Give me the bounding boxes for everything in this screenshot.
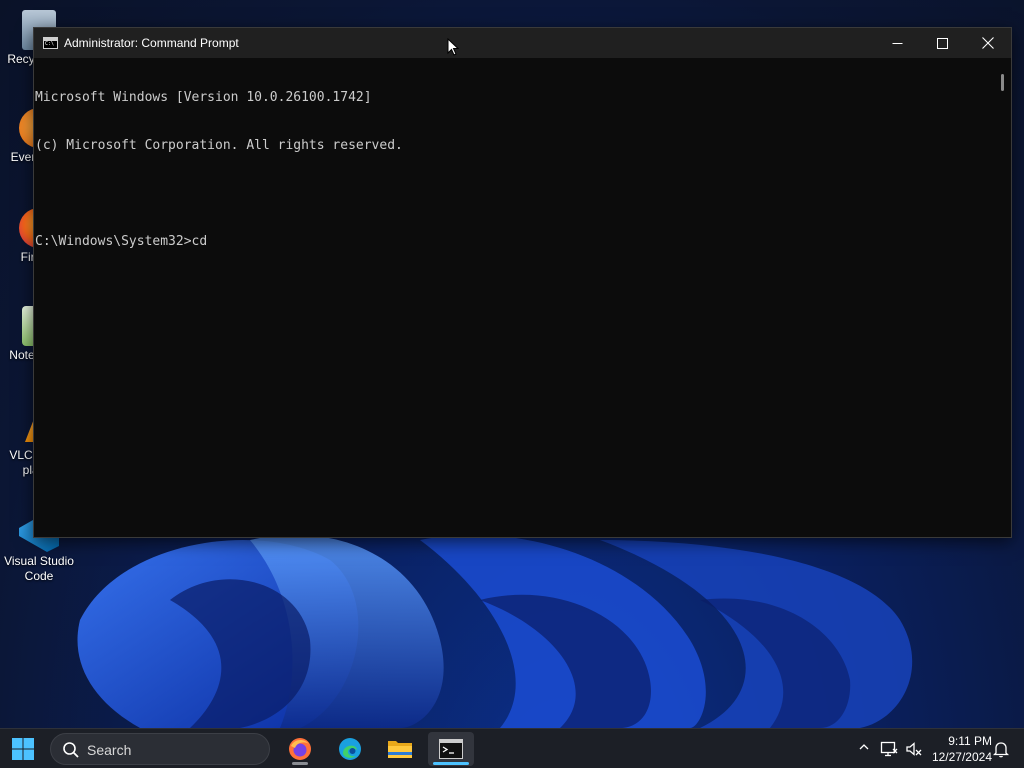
network-icon[interactable] [880, 740, 898, 758]
volume-muted-icon[interactable] [905, 740, 923, 758]
taskbar-app-command-prompt[interactable] [428, 732, 474, 766]
console-prompt-line[interactable]: C:\Windows\System32>cd [35, 234, 996, 250]
command-prompt-window[interactable]: Administrator: Command Prompt Microsoft … [33, 27, 1012, 538]
clock-date: 12/27/2024 [931, 750, 992, 764]
maximize-button[interactable] [919, 28, 965, 58]
terminal-icon [439, 739, 463, 759]
cmd-icon [43, 37, 58, 49]
minimize-icon [892, 42, 902, 44]
folder-icon [388, 741, 412, 758]
desktop-icon-label: Visual Studio Code [4, 554, 74, 583]
taskbar-app-firefox[interactable] [280, 732, 320, 766]
close-button[interactable] [965, 28, 1011, 58]
close-icon [982, 37, 994, 49]
taskbar-clock[interactable]: 9:11 PM 12/27/2024 [926, 733, 992, 765]
search-label: Search [87, 742, 132, 758]
minimize-button[interactable] [874, 28, 920, 58]
windows-start-icon[interactable] [12, 738, 34, 760]
taskbar: Search 9:11 PM 12/27/2024 [0, 728, 1024, 768]
chevron-up-icon[interactable] [858, 741, 870, 753]
mouse-pointer-icon [447, 38, 459, 56]
taskbar-app-edge[interactable] [330, 732, 370, 766]
taskbar-search-box[interactable]: Search [50, 733, 270, 765]
notification-bell-icon[interactable] [993, 740, 1009, 758]
app-active-indicator [433, 762, 469, 765]
app-running-indicator [292, 762, 308, 765]
firefox-icon [289, 738, 311, 760]
console-line: Microsoft Windows [Version 10.0.26100.17… [35, 90, 372, 105]
search-icon [63, 742, 79, 758]
maximize-icon [936, 37, 948, 49]
taskbar-app-file-explorer[interactable] [380, 732, 420, 766]
scrollbar-thumb[interactable] [1001, 74, 1004, 91]
clock-time: 9:11 PM [948, 734, 992, 748]
edge-icon [339, 738, 361, 760]
window-title: Administrator: Command Prompt [64, 36, 239, 50]
console-line: (c) Microsoft Corporation. All rights re… [35, 138, 403, 153]
console-output[interactable]: Microsoft Windows [Version 10.0.26100.17… [34, 58, 996, 537]
console-scrollbar[interactable] [994, 58, 1011, 537]
window-titlebar[interactable]: Administrator: Command Prompt [34, 28, 1011, 58]
